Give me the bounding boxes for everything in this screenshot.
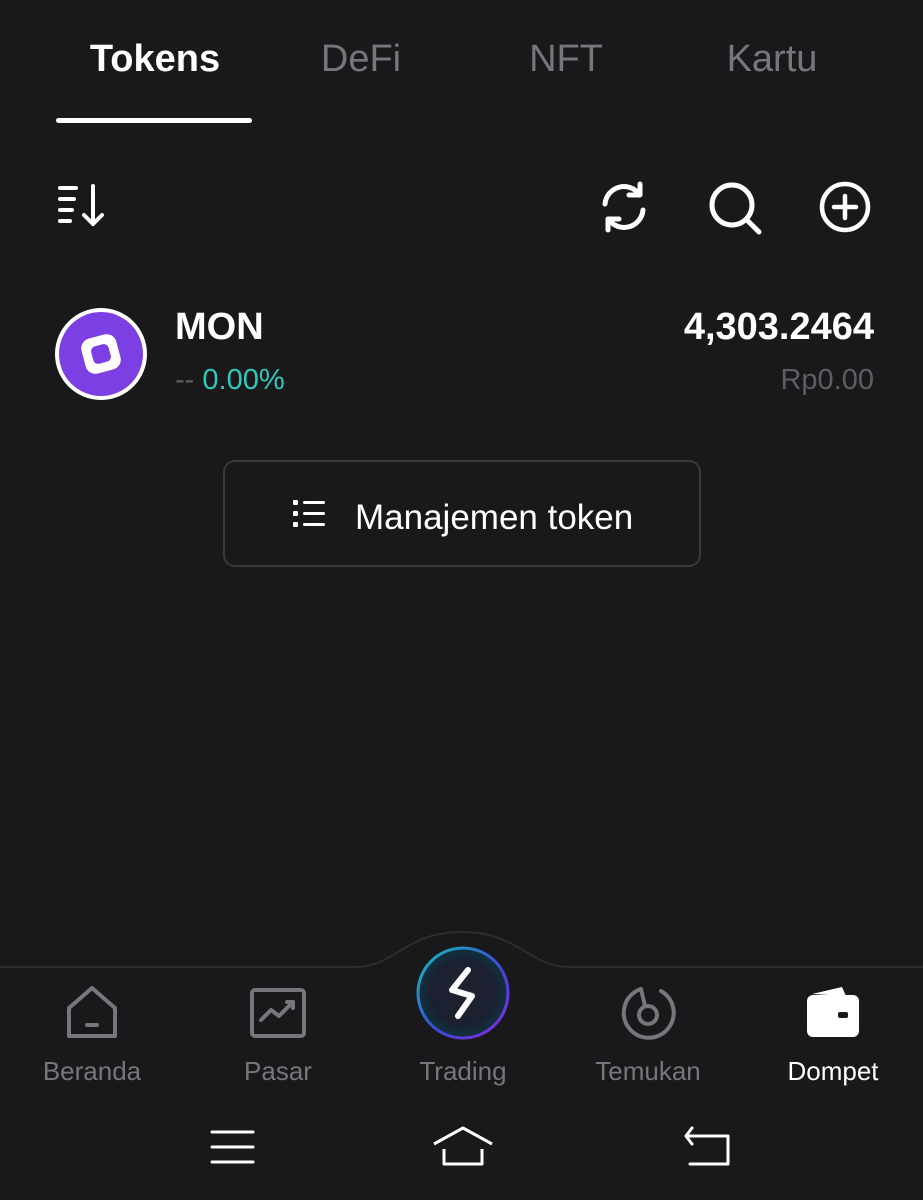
tab-kartu[interactable]: Kartu [669,38,875,81]
market-chart-icon [250,988,306,1038]
price-change-percent: 0.00% [202,364,285,396]
token-balance: 4,303.2464 [683,306,874,348]
home-nav-icon[interactable] [428,1122,498,1172]
search-icon[interactable] [704,176,766,238]
tab-defi[interactable]: DeFi [258,38,464,81]
system-navigation-bar [0,1100,923,1200]
trading-swap-icon[interactable] [416,946,510,1040]
token-price-change: -- 0.00% [175,364,285,397]
token-fiat-value: Rp0.00 [780,364,874,396]
manage-tokens-label: Manajemen token [355,498,634,537]
back-icon[interactable] [672,1122,742,1172]
nav-label: Beranda [42,1056,142,1086]
refresh-icon[interactable] [593,176,655,238]
nav-label: Pasar [244,1056,312,1086]
nav-label: Trading [419,1056,507,1086]
token-symbol: MON [175,306,264,348]
nav-label: Dompet [787,1056,879,1086]
manage-tokens-button[interactable]: Manajemen token [223,460,701,567]
add-circle-icon[interactable] [814,176,876,238]
nav-item-dompet[interactable]: Dompet [741,982,923,1092]
sort-descending-icon[interactable] [50,176,112,238]
nav-item-pasar[interactable]: Pasar [186,982,370,1092]
bottom-navigation: Beranda Pasar Trading Temukan Dompet [0,930,923,1100]
wallet-icon [807,987,859,1037]
discover-icon [621,987,676,1040]
menu-icon[interactable] [197,1122,267,1172]
tab-nft[interactable]: NFT [463,38,669,81]
price-change-prefix: -- [175,364,195,396]
list-icon [293,500,325,527]
active-tab-indicator [56,118,252,123]
nav-item-beranda[interactable]: Beranda [0,982,184,1092]
tab-bar: Tokens DeFi NFT Kartu [0,0,923,130]
home-icon [67,986,117,1038]
token-row-mon[interactable]: MON -- 0.00% 4,303.2464 Rp0.00 [0,290,923,420]
nav-item-temukan[interactable]: Temukan [556,982,740,1092]
monad-logo-icon [54,307,148,401]
tab-tokens[interactable]: Tokens [52,38,258,81]
nav-label: Temukan [595,1056,701,1086]
